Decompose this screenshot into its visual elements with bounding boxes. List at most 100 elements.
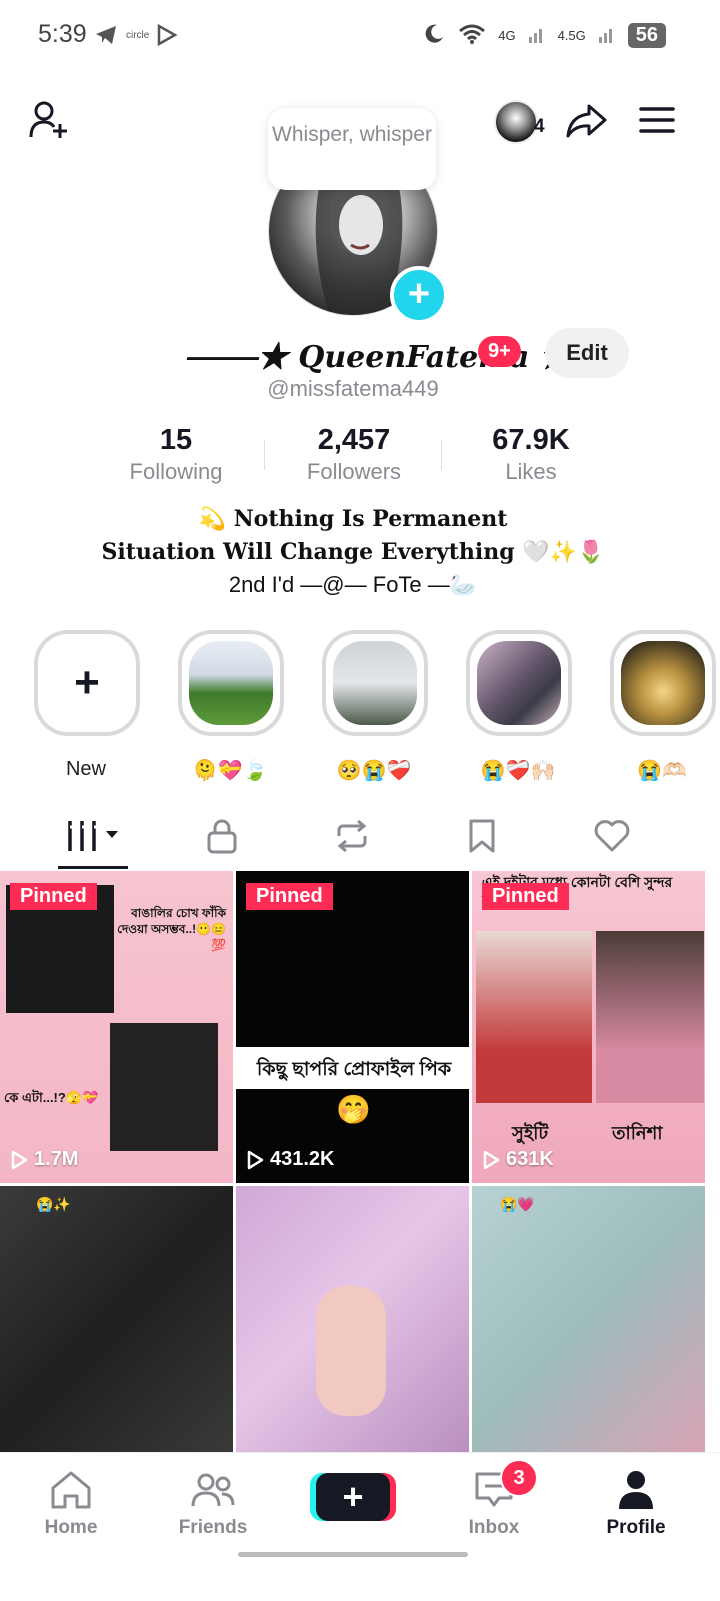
- add-story-button[interactable]: +: [390, 266, 448, 324]
- video-thumbnail[interactable]: 😭💗: [472, 1186, 705, 1454]
- nav-home[interactable]: Home: [11, 1463, 131, 1539]
- stat-value: 67.9K: [492, 424, 570, 456]
- active-tab-indicator: [58, 866, 128, 869]
- pinned-badge: Pinned: [246, 883, 333, 910]
- play-icon: [247, 1150, 264, 1169]
- status-icons: 4G 4.5G 56: [422, 22, 666, 49]
- highlight-thumbnail: [621, 641, 705, 725]
- plus-icon: +: [407, 273, 431, 315]
- bio-line: 💫 Nothing Is Permanent: [198, 506, 508, 532]
- highlight-item[interactable]: 😭❤️‍🩹🙌🏻: [466, 630, 572, 783]
- stat-value: 15: [159, 424, 193, 456]
- profile-icon: [619, 1471, 653, 1509]
- share-icon: [566, 104, 607, 138]
- highlight-new[interactable]: + New: [34, 630, 140, 781]
- video-thumbnail[interactable]: এই দুইটার মধ্যে কোনটা বেশি সুন্দর হইছে??…: [472, 871, 705, 1183]
- edit-profile-button[interactable]: Edit: [545, 328, 629, 378]
- create-button[interactable]: +: [316, 1473, 390, 1521]
- video-thumbnail[interactable]: বাঙালির চোখ ফাঁকি দেওয়া অসম্ভব..!😶😑💯 কে…: [0, 871, 233, 1183]
- view-count-value: 631K: [506, 1148, 554, 1170]
- nav-friends[interactable]: Friends: [153, 1463, 273, 1539]
- video-caption: বাঙালির চোখ ফাঁকি দেওয়া অসম্ভব..!😶😑💯: [117, 906, 226, 952]
- nav-label: Friends: [178, 1517, 248, 1538]
- highlight-ring: [322, 630, 428, 736]
- highlight-ring: [178, 630, 284, 736]
- heart-icon: [594, 820, 630, 852]
- notification-badge[interactable]: 9+: [478, 336, 521, 367]
- video-caption: তানিশা: [612, 1123, 663, 1143]
- bottom-navigation: Home Friends + Inbox 3 Profile: [0, 1452, 720, 1601]
- username: @missfatema449: [267, 376, 439, 401]
- signal-4g: 4G: [498, 28, 516, 43]
- signal-45g: 4.5G: [557, 28, 586, 43]
- highlight-caption: 🥺😭❤️‍🩹: [336, 760, 412, 782]
- friends-avatar[interactable]: [494, 100, 538, 144]
- stat-label: Following: [129, 459, 223, 484]
- highlight-add-ring: +: [34, 630, 140, 736]
- highlight-ring: [610, 630, 716, 736]
- video-caption: 😭✨: [36, 1196, 71, 1212]
- battery-indicator: 56: [627, 23, 666, 48]
- video-thumbnail[interactable]: কিছু ছাপরি প্রোফাইল পিক 🤭 Pinned 431.2K: [236, 871, 469, 1183]
- nav-profile[interactable]: Profile: [576, 1463, 696, 1539]
- circle-app-icon: circle: [126, 30, 150, 41]
- pinned-badge: Pinned: [10, 883, 97, 910]
- video-caption: কিছু ছাপরি প্রোফাইল পিক: [256, 1059, 452, 1080]
- profile-bio: 💫 Nothing Is Permanent Situation Will Ch…: [0, 503, 706, 601]
- video-caption: 😭💗: [500, 1196, 535, 1212]
- stat-label: Likes: [505, 459, 557, 484]
- view-count-value: 431.2K: [270, 1148, 335, 1170]
- highlight-item[interactable]: 🥺😭❤️‍🩹: [322, 630, 428, 783]
- nav-label: Home: [44, 1517, 98, 1538]
- view-count: 631K: [482, 1148, 554, 1171]
- lock-icon: [207, 819, 237, 854]
- play-store-icon: [156, 23, 178, 51]
- highlight-item[interactable]: 🫠💝🍃: [178, 630, 284, 783]
- view-count: 1.7M: [10, 1148, 78, 1171]
- stat-followers[interactable]: 2,457 Followers: [264, 424, 444, 485]
- plus-icon: +: [74, 658, 100, 707]
- video-image: [596, 931, 704, 1103]
- menu-button[interactable]: [636, 100, 678, 140]
- tab-videos[interactable]: [44, 808, 144, 864]
- highlight-caption: New: [65, 758, 106, 780]
- bio-line: Situation Will Change Everything 🤍✨🌷: [101, 539, 605, 565]
- plus-icon: +: [342, 1476, 364, 1517]
- note-bubble[interactable]: Whisper, whisper: [268, 108, 436, 190]
- repost-icon: [337, 819, 367, 853]
- highlight-item[interactable]: 😭🫶🏻: [610, 630, 716, 783]
- highlight-thumbnail: [477, 641, 561, 725]
- highlight-caption: 😭🫶🏻: [637, 760, 687, 782]
- signal-bars-icon: [598, 25, 616, 46]
- video-thumbnail[interactable]: [236, 1186, 469, 1454]
- stat-label: Followers: [306, 459, 402, 484]
- bio-line: 2nd I'd —@— FoTe —🦢: [228, 572, 478, 597]
- view-count: 431.2K: [246, 1148, 335, 1171]
- add-user-icon: [29, 101, 67, 138]
- status-time: 5:39: [38, 20, 87, 48]
- tab-private[interactable]: [172, 808, 272, 864]
- video-caption: কে এটা...!?🫣💝: [4, 1090, 99, 1105]
- video-thumbnail[interactable]: 😭✨: [0, 1186, 233, 1454]
- stat-likes[interactable]: 67.9K Likes: [441, 424, 621, 485]
- stat-value: 2,457: [317, 424, 391, 456]
- share-button[interactable]: [564, 100, 608, 142]
- telegram-icon: [94, 24, 118, 51]
- status-bar: 5:39 circle 4G 4.5G 56: [0, 0, 720, 72]
- wifi-icon: [458, 23, 486, 48]
- video-caption: সুইটি: [512, 1123, 549, 1143]
- note-bubble-text: Whisper, whisper: [272, 123, 432, 146]
- tab-reposts[interactable]: [302, 808, 402, 864]
- highlight-caption: 😭❤️‍🩹🙌🏻: [480, 760, 556, 782]
- moon-icon: [422, 22, 446, 49]
- videos-grid-icon: [68, 821, 118, 851]
- pinned-badge: Pinned: [482, 883, 569, 910]
- nav-label: Profile: [606, 1517, 666, 1538]
- tab-favorites[interactable]: [432, 808, 532, 864]
- stat-following[interactable]: 15 Following: [86, 424, 266, 485]
- add-friend-button[interactable]: [28, 100, 72, 140]
- tab-liked[interactable]: [562, 808, 662, 864]
- signal-bars-icon: [528, 25, 546, 46]
- nav-label: Inbox: [468, 1517, 520, 1538]
- highlight-thumbnail: [189, 641, 273, 725]
